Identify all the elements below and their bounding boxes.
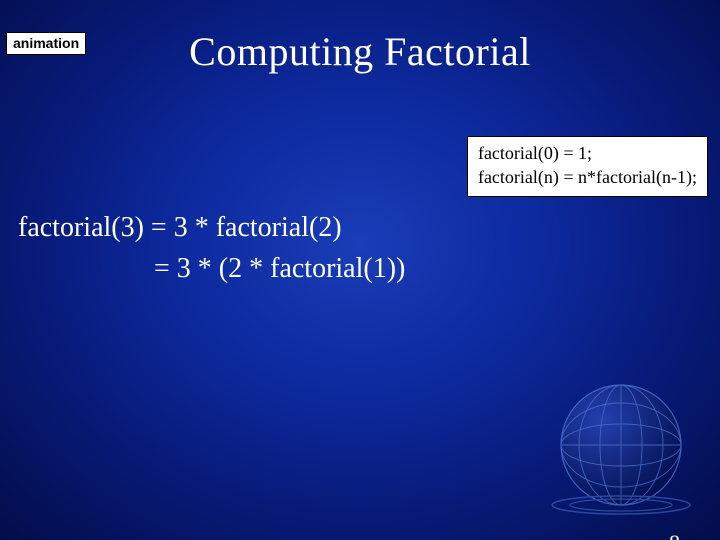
expansion-line-2: = 3 * (2 * factorial(1)) (18, 249, 405, 290)
animation-badge: animation (6, 32, 86, 55)
expansion-block: factorial(3) = 3 * factorial(2) = 3 * (2… (18, 208, 405, 289)
expansion-line-1: factorial(3) = 3 * factorial(2) (18, 208, 405, 249)
slide-title: Computing Factorial (0, 28, 720, 75)
definition-box: factorial(0) = 1; factorial(n) = n*facto… (467, 136, 708, 197)
definition-line-2: factorial(n) = n*factorial(n-1); (478, 165, 697, 189)
definition-line-1: factorial(0) = 1; (478, 141, 697, 165)
page-number: 8 (669, 530, 680, 540)
globe-icon (546, 370, 696, 520)
